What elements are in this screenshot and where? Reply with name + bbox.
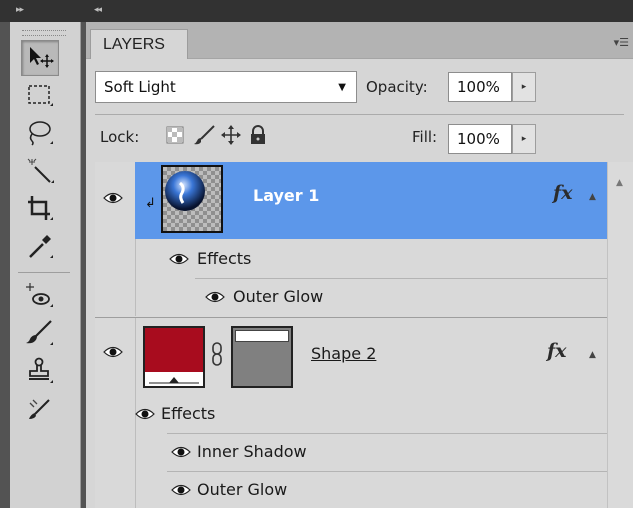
panel-divider	[95, 114, 624, 115]
color-swatch	[145, 328, 203, 372]
layer-thumbnail[interactable]	[161, 165, 223, 233]
fill-color-thumbnail[interactable]	[143, 326, 205, 388]
effect-label: Outer Glow	[197, 480, 288, 499]
lock-all-icon[interactable]	[248, 124, 268, 146]
opacity-label: Opacity:	[366, 78, 428, 96]
layer-visibility-toggle[interactable]	[95, 318, 135, 395]
effect-label: Inner Shadow	[197, 442, 307, 461]
tools-palette	[10, 22, 81, 508]
effect-item[interactable]: Outer Glow	[135, 472, 607, 508]
fill-label: Fill:	[412, 128, 438, 146]
layer-visibility-toggle[interactable]	[95, 162, 136, 239]
collapse-arrows-icon[interactable]: ◂◂	[94, 5, 102, 15]
layer-name[interactable]: Layer 1	[253, 186, 319, 205]
vector-mask-thumbnail[interactable]	[231, 326, 293, 388]
blend-mode-value: Soft Light	[104, 78, 176, 96]
effects-row[interactable]: Effects	[135, 240, 607, 278]
eye-icon[interactable]	[171, 484, 191, 496]
panel-menu-icon[interactable]: ▾☰	[614, 36, 629, 49]
fill-slider-icon	[149, 377, 199, 384]
layer-name[interactable]: Shape 2	[311, 344, 376, 363]
eye-icon	[103, 346, 123, 358]
chain-link-icon[interactable]	[211, 342, 223, 366]
layers-list: ↲ Layer 1 fx ▲ Effects Outer Glow Shape …	[95, 162, 607, 508]
eye-icon[interactable]	[205, 291, 225, 303]
collapse-effects-icon[interactable]: ▲	[589, 350, 596, 360]
layer-row-selected[interactable]: ↲ Layer 1 fx ▲	[135, 162, 607, 239]
effect-label: Outer Glow	[233, 287, 324, 306]
opacity-slider-button[interactable]: ▸	[512, 72, 536, 102]
fx-icon[interactable]: fx	[547, 340, 567, 362]
lasso-tool-icon[interactable]	[21, 116, 57, 150]
eyedropper-tool-icon[interactable]	[21, 230, 57, 264]
effects-label: Effects	[161, 404, 216, 423]
fx-icon[interactable]: fx	[553, 182, 573, 204]
opacity-field[interactable]: 100%	[448, 72, 512, 102]
panel-dock-topbar: ▸▸ ◂◂	[0, 0, 633, 22]
history-brush-tool-icon[interactable]	[21, 392, 57, 426]
clone-stamp-tool-icon[interactable]	[21, 354, 57, 388]
layers-scrollbar[interactable]: ▲	[607, 162, 633, 508]
fill-field[interactable]: 100%	[448, 124, 512, 154]
marquee-tool-icon[interactable]	[21, 78, 57, 112]
effects-label: Effects	[197, 249, 252, 268]
eye-icon[interactable]	[171, 446, 191, 458]
magic-wand-tool-icon[interactable]	[21, 154, 57, 188]
effects-row[interactable]: Effects	[135, 396, 607, 432]
lock-position-icon[interactable]	[220, 124, 242, 146]
clipping-arrow-icon: ↲	[145, 196, 156, 211]
effect-item[interactable]: Inner Shadow	[135, 434, 607, 470]
scroll-up-icon[interactable]: ▲	[616, 178, 623, 188]
layers-panel: LAYERS ▾☰ Soft Light ▼ Opacity: 100% ▸ L…	[86, 22, 633, 508]
tools-separator	[18, 272, 70, 273]
expand-arrows-icon[interactable]: ▸▸	[16, 5, 24, 15]
lock-transparent-pixels-icon[interactable]	[166, 126, 184, 144]
layer-row[interactable]: Shape 2 fx ▲	[135, 318, 607, 395]
lock-label: Lock:	[100, 128, 140, 146]
blend-mode-dropdown[interactable]: Soft Light ▼	[95, 71, 357, 103]
lock-image-pixels-icon[interactable]	[194, 124, 216, 146]
mask-shape	[235, 330, 289, 342]
move-tool-icon[interactable]	[21, 40, 59, 76]
collapse-effects-icon[interactable]: ▲	[589, 192, 596, 202]
chevron-down-icon: ▼	[338, 82, 346, 93]
tab-layers[interactable]: LAYERS	[90, 29, 188, 59]
fill-slider-button[interactable]: ▸	[512, 124, 536, 154]
tools-grip[interactable]	[22, 30, 66, 36]
effect-item[interactable]: Outer Glow	[135, 279, 607, 316]
healing-brush-tool-icon[interactable]	[21, 278, 57, 312]
eye-icon[interactable]	[135, 408, 155, 420]
crop-tool-icon[interactable]	[21, 192, 57, 226]
brush-tool-icon[interactable]	[21, 316, 57, 350]
eye-icon[interactable]	[169, 253, 189, 265]
eye-icon	[103, 192, 123, 204]
